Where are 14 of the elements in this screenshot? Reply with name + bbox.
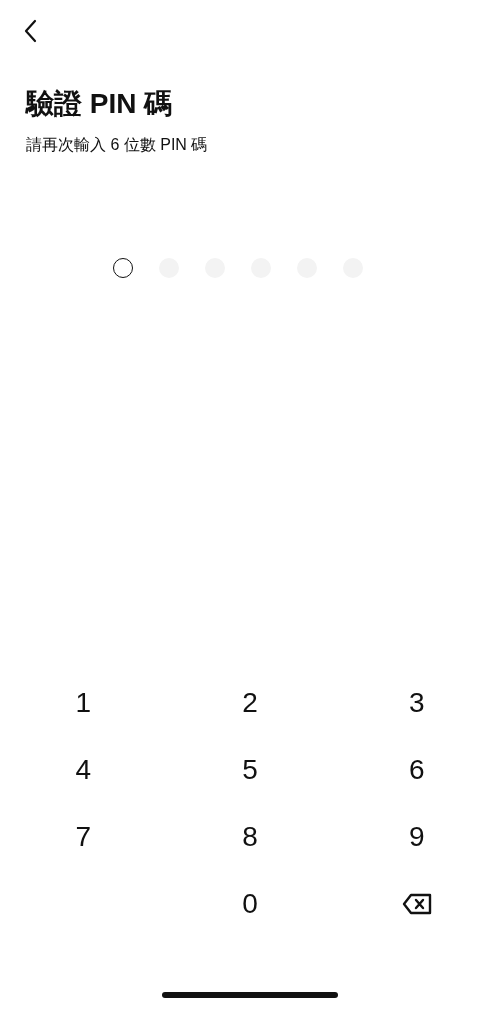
instruction-text: 請再次輸入 6 位數 PIN 碼 (26, 135, 209, 155)
digit-key[interactable]: 7 (61, 816, 106, 857)
digit-key[interactable]: 3 (394, 682, 439, 723)
digit-key[interactable]: 6 (394, 749, 439, 790)
page-title: 驗證 PIN 碼 (26, 87, 174, 121)
digit-key[interactable]: 1 (61, 682, 106, 723)
back-icon[interactable] (23, 19, 37, 43)
digit-key[interactable]: 5 (228, 749, 272, 790)
digit-key[interactable]: 9 (394, 816, 439, 857)
digit-key[interactable]: 0 (228, 883, 272, 924)
backspace-icon[interactable] (401, 892, 432, 915)
digit-key[interactable]: 4 (61, 749, 106, 790)
digit-key[interactable]: 2 (228, 682, 272, 723)
digit-key[interactable]: 8 (228, 816, 272, 857)
